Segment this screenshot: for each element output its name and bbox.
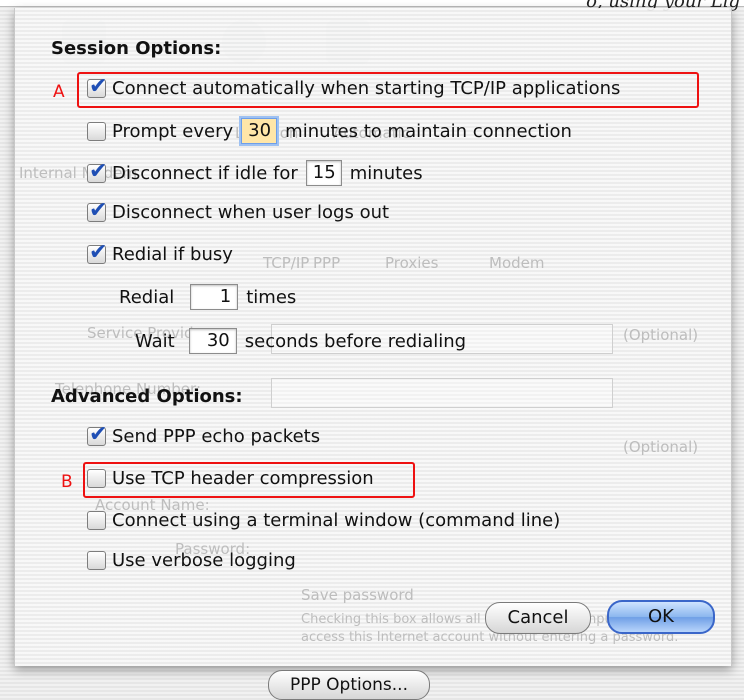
idle-minutes-field[interactable]: 15 xyxy=(305,160,342,186)
connect-automatically-checkbox[interactable] xyxy=(87,74,107,99)
cancel-button[interactable]: Cancel xyxy=(485,602,591,634)
wait-seconds-label: seconds before redialing xyxy=(244,330,467,352)
top-border: o, using your Lig xyxy=(0,0,744,12)
prompt-every-row[interactable]: Prompt every 30 minutes to maintain conn… xyxy=(87,118,572,144)
bg-tab-tcpip: TCP/IP xyxy=(263,254,310,272)
terminal-window-row[interactable]: Connect using a terminal window (command… xyxy=(87,510,560,531)
verbose-logging-checkbox[interactable] xyxy=(87,551,106,570)
send-echo-checkbox[interactable] xyxy=(87,422,107,447)
ppp-options-sheet: Location Automatic Internal Modem TCP/IP… xyxy=(14,8,732,666)
wait-row: Wait 30 seconds before redialing xyxy=(135,328,466,354)
ok-button[interactable]: OK xyxy=(607,600,715,634)
wait-seconds-field[interactable]: 30 xyxy=(188,328,237,354)
disconnect-logout-checkbox[interactable] xyxy=(87,198,107,223)
bg-tab-proxies: Proxies xyxy=(385,254,439,272)
redial-times-row: Redial 1 times xyxy=(119,284,296,310)
bg-note-line-1: Checking this box allows all users of th… xyxy=(301,612,649,627)
terminal-window-label: Connect using a terminal window (command… xyxy=(112,510,561,531)
redial-times-label: Redial xyxy=(119,286,175,308)
disconnect-logout-row[interactable]: Disconnect when user logs out xyxy=(87,198,390,223)
redial-busy-checkbox[interactable] xyxy=(87,240,107,265)
tcp-header-checkbox[interactable] xyxy=(87,469,106,488)
bg-optional-1: (Optional) xyxy=(623,326,699,344)
redial-busy-label: Redial if busy xyxy=(112,244,233,265)
prompt-every-label: Prompt every xyxy=(112,120,234,142)
terminal-window-checkbox[interactable] xyxy=(87,511,106,530)
disconnect-logout-label: Disconnect when user logs out xyxy=(112,202,390,223)
prompt-every-checkbox[interactable] xyxy=(87,121,106,141)
verbose-logging-label: Use verbose logging xyxy=(112,550,296,571)
advanced-options-title: Advanced Options: xyxy=(51,386,243,407)
tcp-header-row[interactable]: Use TCP header compression xyxy=(87,468,374,489)
connect-automatically-row[interactable]: Connect automatically when starting TCP/… xyxy=(87,74,621,99)
redial-times-unit: times xyxy=(246,286,297,308)
idle-minutes-label: minutes xyxy=(349,162,423,184)
send-echo-row[interactable]: Send PPP echo packets xyxy=(87,422,321,447)
bg-save-password-label: Save password xyxy=(301,586,414,604)
disconnect-idle-row[interactable]: Disconnect if idle for 15 minutes xyxy=(87,159,423,186)
verbose-logging-row[interactable]: Use verbose logging xyxy=(87,550,296,571)
prompt-minutes-field[interactable]: 30 xyxy=(241,118,278,144)
bg-optional-2: (Optional) xyxy=(623,438,699,456)
disconnect-idle-checkbox[interactable] xyxy=(87,159,107,184)
session-options-title: Session Options: xyxy=(51,38,222,59)
tcp-header-label: Use TCP header compression xyxy=(112,468,374,489)
prompt-minutes-label: minutes to maintain connection xyxy=(285,120,572,142)
redial-times-field[interactable]: 1 xyxy=(190,284,239,310)
send-echo-label: Send PPP echo packets xyxy=(112,426,321,447)
disconnect-idle-label: Disconnect if idle for xyxy=(112,162,298,184)
bg-telephone-field xyxy=(271,378,613,408)
connect-automatically-label: Connect automatically when starting TCP/… xyxy=(112,78,621,99)
bg-tab-modem: Modem xyxy=(489,254,545,272)
redial-busy-row[interactable]: Redial if busy xyxy=(87,240,233,265)
marker-a: A xyxy=(53,82,65,102)
ppp-options-button[interactable]: PPP Options... xyxy=(268,670,430,700)
wait-label: Wait xyxy=(135,330,175,352)
bg-tab-ppp: PPP xyxy=(313,254,341,272)
marker-b: B xyxy=(61,472,73,492)
